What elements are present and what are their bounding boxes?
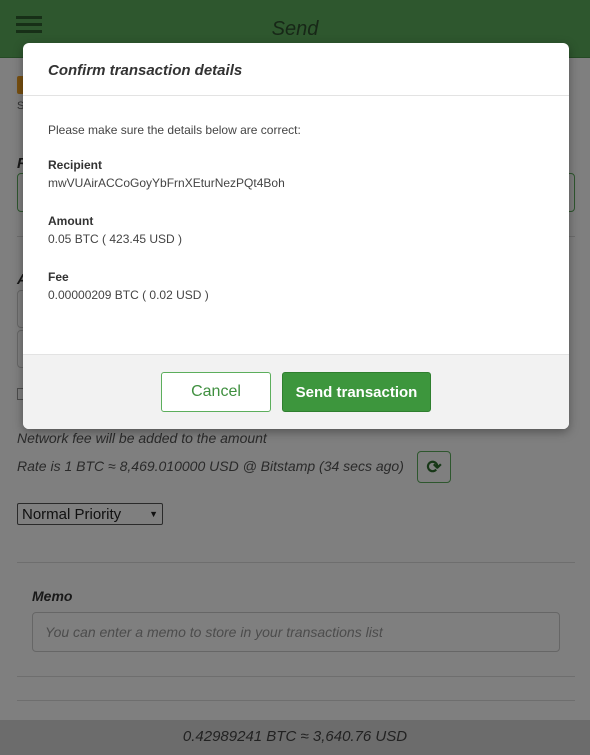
cancel-button[interactable]: Cancel	[161, 372, 271, 412]
amount-value: 0.05 BTC ( 423.45 USD )	[48, 232, 183, 246]
amount-detail: Amount 0.05 BTC ( 423.45 USD )	[48, 214, 544, 246]
amount-label: Amount	[48, 214, 94, 228]
dialog-body: Please make sure the details below are c…	[23, 96, 569, 354]
recipient-detail: Recipient mwVUAirACCoGoyYbFrnXEturNezPQt…	[48, 158, 544, 190]
recipient-address: mwVUAirACCoGoyYbFrnXEturNezPQt4Boh	[48, 176, 285, 190]
fee-value: 0.00000209 BTC ( 0.02 USD )	[48, 288, 209, 302]
recipient-label: Recipient	[48, 158, 103, 172]
fee-label: Fee	[48, 270, 69, 284]
send-transaction-button[interactable]: Send transaction	[282, 372, 431, 412]
confirm-transaction-dialog: Confirm transaction details Please make …	[23, 43, 569, 429]
dialog-intro: Please make sure the details below are c…	[48, 123, 301, 137]
dialog-title: Confirm transaction details	[48, 62, 243, 79]
dialog-footer: Cancel Send transaction	[23, 354, 569, 429]
dialog-header: Confirm transaction details	[23, 43, 569, 96]
fee-detail: Fee 0.00000209 BTC ( 0.02 USD )	[48, 270, 544, 302]
